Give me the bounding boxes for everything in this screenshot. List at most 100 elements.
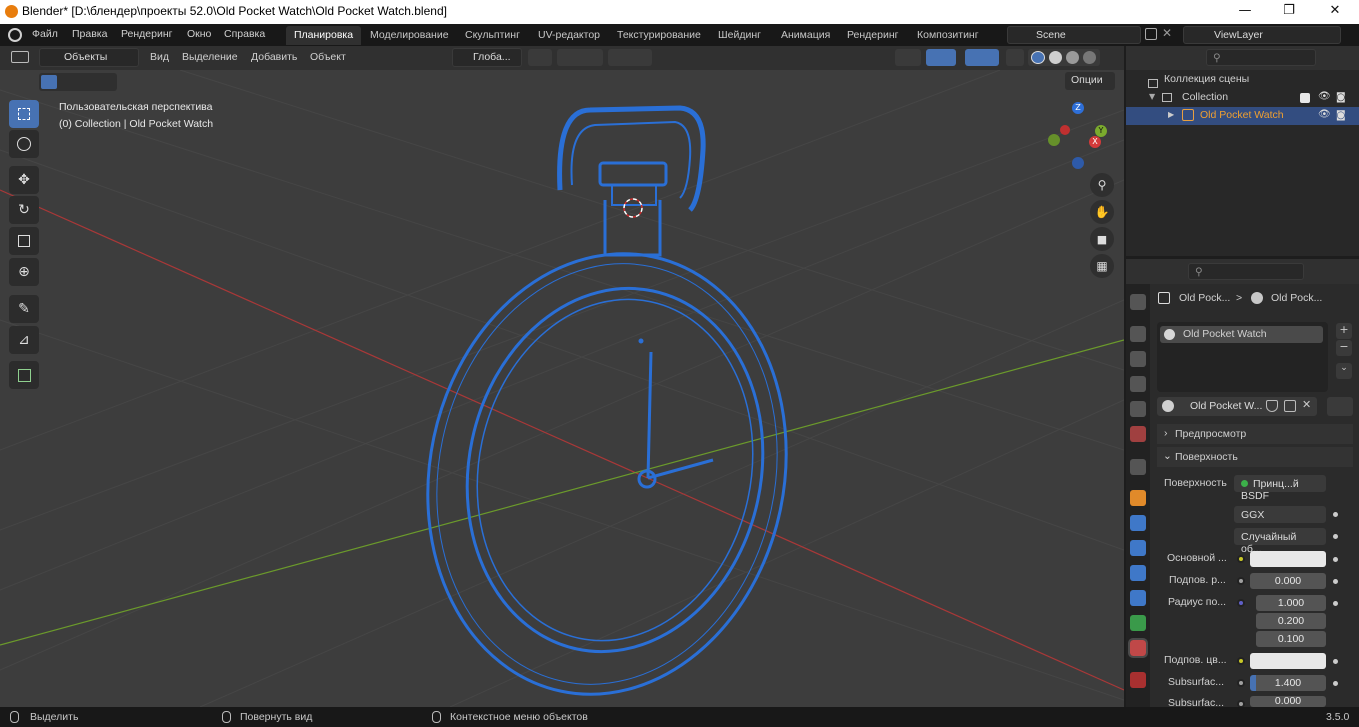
blender-menu-icon[interactable] xyxy=(8,28,22,42)
move-tool-icon[interactable]: ✥ xyxy=(9,166,39,194)
gizmo-y-axis[interactable]: Y xyxy=(1095,125,1107,137)
xray-toggle-icon[interactable] xyxy=(1006,49,1024,66)
transform-orientation-selector[interactable]: Глоба... xyxy=(452,48,522,67)
select-box-tool-icon[interactable] xyxy=(9,100,39,128)
surface-panel-label[interactable]: Поверхность xyxy=(1175,451,1238,463)
material-shading-icon[interactable] xyxy=(1066,51,1079,64)
gizmo-neg-x[interactable] xyxy=(1060,125,1070,135)
tab-uv-editing[interactable]: UV-редактор xyxy=(530,26,608,45)
cursor-tool-icon[interactable] xyxy=(9,130,39,158)
remove-slot-button[interactable]: − xyxy=(1336,340,1352,356)
subsurface-socket[interactable] xyxy=(1237,577,1245,585)
add-slot-button[interactable]: + xyxy=(1336,323,1352,339)
menu-object[interactable]: Объект xyxy=(310,51,346,63)
measure-tool-icon[interactable]: ⊿ xyxy=(9,326,39,354)
menu-edit[interactable]: Правка xyxy=(72,28,107,40)
camera-view-icon[interactable]: ■ xyxy=(1090,227,1114,251)
select-mode-group[interactable] xyxy=(39,73,117,91)
subsurface-method-keyframe-dot[interactable] xyxy=(1333,534,1338,539)
unlink-material-icon[interactable]: ✕ xyxy=(1302,398,1311,411)
subsurface-ior-socket[interactable] xyxy=(1237,679,1245,687)
tab-texture-paint[interactable]: Текстурирование xyxy=(609,26,709,45)
object-tab-icon[interactable] xyxy=(1130,490,1146,506)
slot-specials-button[interactable]: ⌄ xyxy=(1336,363,1352,379)
preview-expand-icon[interactable]: › xyxy=(1164,427,1168,439)
scale-tool-icon[interactable] xyxy=(9,227,39,255)
tab-rendering[interactable]: Рендеринг xyxy=(839,26,906,45)
collection-expand-icon[interactable]: ▼ xyxy=(1149,92,1155,101)
subsurface-radius-x-field[interactable]: 1.000 xyxy=(1256,595,1326,611)
add-cube-tool-icon[interactable] xyxy=(9,361,39,389)
annotate-tool-icon[interactable]: ✎ xyxy=(9,295,39,323)
tab-modeling[interactable]: Моделирование xyxy=(362,26,457,45)
outliner-search-input[interactable]: ⚲ xyxy=(1206,49,1316,66)
perspective-toggle-icon[interactable]: ▦ xyxy=(1090,254,1114,278)
object-eye-icon[interactable]: 👁 xyxy=(1318,109,1331,120)
gizmo-x-axis[interactable]: X xyxy=(1089,136,1101,148)
fake-user-icon[interactable] xyxy=(1266,400,1278,412)
collection-tab-icon[interactable] xyxy=(1130,459,1146,475)
select-new-icon[interactable] xyxy=(41,75,57,89)
new-scene-icon[interactable] xyxy=(1145,28,1157,40)
subsurface-color-swatch[interactable] xyxy=(1250,653,1326,669)
distribution-selector[interactable]: GGX xyxy=(1234,506,1326,523)
subsurface-radius-keyframe-dot[interactable] xyxy=(1333,601,1338,606)
gizmo-neg-z[interactable] xyxy=(1072,157,1084,169)
collection-camera-icon[interactable]: ◙ xyxy=(1336,92,1346,103)
wireframe-shading-icon[interactable] xyxy=(1031,51,1045,64)
surface-expand-icon[interactable]: ⌄ xyxy=(1163,450,1172,462)
output-tab-icon[interactable] xyxy=(1130,351,1146,367)
subsurface-color-keyframe-dot[interactable] xyxy=(1333,659,1338,664)
view-layer-selector[interactable]: ViewLayer xyxy=(1183,26,1341,44)
tab-shading[interactable]: Шейдинг xyxy=(710,26,769,45)
material-link-selector[interactable] xyxy=(1327,397,1353,416)
physics-tab-icon[interactable] xyxy=(1130,565,1146,581)
editor-type-icon[interactable] xyxy=(11,51,29,63)
gizmo-toggle-icon[interactable] xyxy=(926,49,956,66)
object-label[interactable]: Old Pocket Watch xyxy=(1200,109,1284,121)
view-layer-tab-icon[interactable] xyxy=(1130,376,1146,392)
collection-checkbox[interactable] xyxy=(1300,93,1310,103)
collection-label[interactable]: Collection xyxy=(1182,91,1228,103)
menu-window[interactable]: Окно xyxy=(187,28,211,40)
surface-shader-selector[interactable]: Принц...й BSDF xyxy=(1234,475,1326,502)
tab-animation[interactable]: Анимация xyxy=(773,26,838,45)
menu-help[interactable]: Справка xyxy=(224,28,265,40)
distribution-keyframe-dot[interactable] xyxy=(1333,512,1338,517)
base-color-keyframe-dot[interactable] xyxy=(1333,557,1338,562)
subsurface-radius-z-field[interactable]: 0.100 xyxy=(1256,631,1326,647)
delete-scene-icon[interactable]: ✕ xyxy=(1162,26,1172,40)
constraints-tab-icon[interactable] xyxy=(1130,590,1146,606)
data-tab-icon[interactable] xyxy=(1130,615,1146,631)
subsurface-color-socket[interactable] xyxy=(1237,657,1245,665)
scene-tab-icon[interactable] xyxy=(1130,401,1146,417)
subsurface-radius-socket[interactable] xyxy=(1237,599,1245,607)
visibility-icon[interactable] xyxy=(895,49,921,66)
collection-eye-icon[interactable]: 👁 xyxy=(1318,91,1331,102)
proportional-edit-icon[interactable] xyxy=(608,49,652,66)
object-expand-icon[interactable]: ▶ xyxy=(1168,110,1174,119)
menu-view[interactable]: Вид xyxy=(150,51,169,63)
maximize-button[interactable]: ❐ xyxy=(1266,0,1312,24)
zoom-icon[interactable]: ⚲ xyxy=(1090,173,1114,197)
subsurface-anisotropy-field[interactable]: 0.000 xyxy=(1250,696,1326,707)
gizmo-z-axis[interactable]: Z xyxy=(1072,102,1084,114)
preview-panel-label[interactable]: Предпросмотр xyxy=(1175,428,1246,440)
properties-search-input[interactable]: ⚲ xyxy=(1188,263,1304,280)
mode-selector[interactable]: Объекты xyxy=(39,48,139,67)
world-tab-icon[interactable] xyxy=(1130,426,1146,442)
pivot-point-icon[interactable] xyxy=(528,49,552,66)
texture-tab-icon[interactable] xyxy=(1130,672,1146,688)
subsurface-radius-y-field[interactable]: 0.200 xyxy=(1256,613,1326,629)
overlay-toggle-icon[interactable] xyxy=(965,49,999,66)
shading-mode-group[interactable] xyxy=(1028,49,1100,66)
subsurface-keyframe-dot[interactable] xyxy=(1333,579,1338,584)
subsurface-method-selector[interactable]: Случайный об... xyxy=(1234,528,1326,555)
material-slot-label[interactable]: Old Pocket Watch xyxy=(1183,328,1267,340)
material-tab-icon[interactable] xyxy=(1128,638,1148,658)
material-browse-icon[interactable] xyxy=(1162,400,1174,412)
base-color-socket[interactable] xyxy=(1237,555,1245,563)
options-button[interactable]: Опции xyxy=(1065,72,1115,90)
base-color-swatch[interactable] xyxy=(1250,551,1326,567)
tab-sculpting[interactable]: Скульптинг xyxy=(457,26,528,45)
